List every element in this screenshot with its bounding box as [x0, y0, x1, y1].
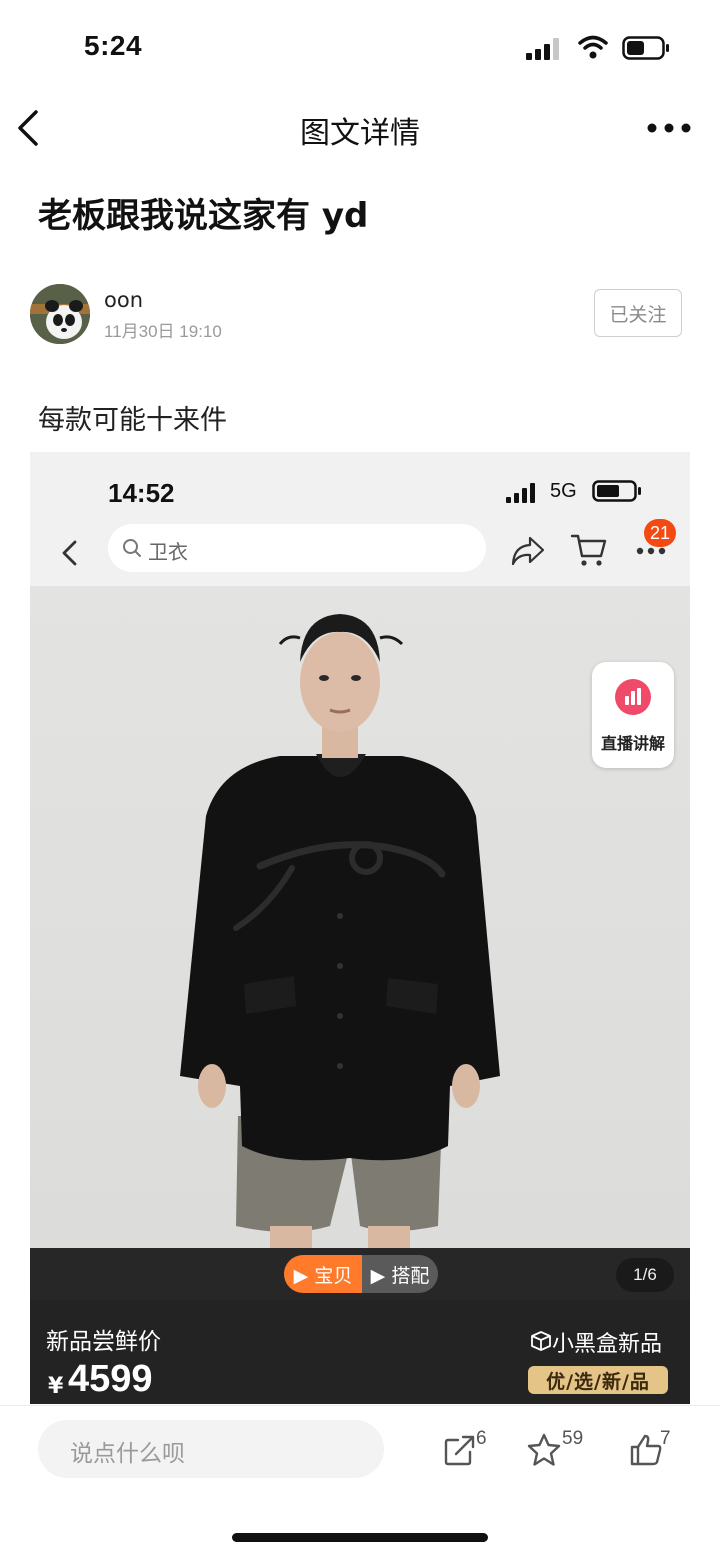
price-value: 4599 — [68, 1358, 153, 1400]
footer-divider — [0, 1405, 720, 1406]
avatar[interactable] — [30, 284, 90, 344]
comment-placeholder: 说点什么呗 — [70, 1441, 185, 1467]
embedded-share-icon — [511, 536, 545, 566]
share-icon[interactable] — [442, 1432, 478, 1468]
embedded-back-icon — [62, 540, 77, 566]
panda-avatar-image — [30, 284, 90, 344]
star-icon[interactable] — [526, 1432, 562, 1468]
cellular-signal-icon — [526, 38, 559, 60]
embedded-product-screenshot[interactable]: 14:52 5G 卫衣 21 直播讲解 ▶ 宝贝 ▶ 搭配 1/6 新品尝鲜价 … — [30, 452, 690, 1404]
thumbs-up-icon[interactable] — [628, 1432, 664, 1468]
embedded-notification-badge: 21 — [644, 519, 676, 547]
embedded-signal-icon — [506, 483, 535, 503]
embedded-status-time: 14:52 — [108, 478, 175, 508]
like-count: 7 — [660, 1428, 671, 1449]
wifi-icon — [578, 35, 608, 59]
post-body-text: 每款可能十来件 — [38, 405, 227, 436]
tab-product: ▶ 宝贝 — [284, 1255, 362, 1293]
page-title: 图文详情 — [300, 116, 420, 151]
brand-name: 小黑盒新品 — [552, 1332, 663, 1357]
share-count: 6 — [476, 1428, 487, 1449]
product-photo — [30, 586, 690, 1248]
author-name[interactable]: oon — [104, 288, 143, 312]
follow-button[interactable]: 已关注 — [594, 289, 682, 337]
embedded-search-text: 卫衣 — [148, 540, 188, 564]
model-in-black-jacket-image — [180, 614, 500, 1248]
embedded-cart-icon — [570, 534, 607, 566]
image-counter: 1/6 — [616, 1258, 674, 1292]
search-icon — [123, 539, 141, 557]
live-stream-icon — [615, 679, 651, 715]
box-icon — [531, 1331, 551, 1351]
price-label: 新品尝鲜价 — [46, 1329, 161, 1355]
more-options-icon[interactable] — [646, 118, 692, 138]
home-indicator[interactable] — [232, 1533, 488, 1542]
battery-icon — [622, 36, 669, 60]
embedded-battery-icon — [592, 480, 641, 502]
post-timestamp: 11月30日 19:10 — [104, 322, 222, 341]
price-currency: ¥ — [48, 1374, 64, 1399]
favorite-count: 59 — [562, 1428, 584, 1449]
live-explain-label: 直播讲解 — [600, 734, 665, 753]
status-time: 5:24 — [84, 30, 143, 61]
post-title: 老板跟我说这家有 yd — [38, 196, 369, 236]
tab-outfit: ▶ 搭配 — [362, 1255, 438, 1293]
embedded-network-label: 5G — [550, 480, 577, 502]
brand-tag: 优/选/新/品 — [528, 1366, 668, 1394]
embedded-more-icon — [636, 547, 666, 555]
